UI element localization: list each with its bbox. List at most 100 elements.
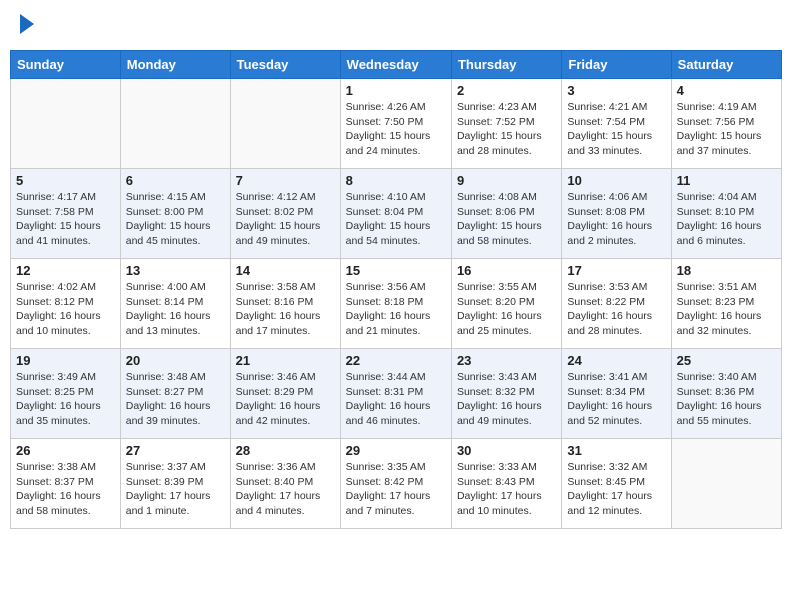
day-info: Sunrise: 3:41 AMSunset: 8:34 PMDaylight:… [567,370,665,429]
calendar-cell: 2 Sunrise: 4:23 AMSunset: 7:52 PMDaylight… [451,79,561,169]
day-number: 10 [567,173,665,188]
calendar-cell: 8 Sunrise: 4:10 AMSunset: 8:04 PMDaylight… [340,169,451,259]
day-number: 29 [346,443,446,458]
calendar-cell: 30 Sunrise: 3:33 AMSunset: 8:43 PMDayligh… [451,439,561,529]
calendar-cell: 23Sunrise: 3:43 AMSunset: 8:32 PMDayligh… [451,349,561,439]
calendar-cell: 28 Sunrise: 3:36 AMSunset: 8:40 PMDayligh… [230,439,340,529]
calendar-cell: 16 Sunrise: 3:55 AMSunset: 8:20 PMDayligh… [451,259,561,349]
day-number: 22 [346,353,446,368]
day-number: 6 [126,173,225,188]
day-number: 15 [346,263,446,278]
column-header-friday: Friday [562,51,671,79]
calendar-cell: 18 Sunrise: 3:51 AMSunset: 8:23 PMDayligh… [671,259,781,349]
calendar-cell: 4 Sunrise: 4:19 AMSunset: 7:56 PMDaylight… [671,79,781,169]
day-number: 4 [677,83,776,98]
calendar-cell: 22 Sunrise: 3:44 AMSunset: 8:31 PMDayligh… [340,349,451,439]
calendar-cell: 15 Sunrise: 3:56 AMSunset: 8:18 PMDayligh… [340,259,451,349]
day-number: 14 [236,263,335,278]
calendar-cell [11,79,121,169]
column-header-sunday: Sunday [11,51,121,79]
day-info: Sunrise: 3:56 AMSunset: 8:18 PMDaylight:… [346,280,446,339]
day-info: Sunrise: 4:04 AMSunset: 8:10 PMDaylight:… [677,190,776,249]
logo [18,14,34,38]
day-info: Sunrise: 4:06 AMSunset: 8:08 PMDaylight:… [567,190,665,249]
day-info: Sunrise: 3:53 AMSunset: 8:22 PMDaylight:… [567,280,665,339]
day-number: 20 [126,353,225,368]
day-info: Sunrise: 4:21 AMSunset: 7:54 PMDaylight:… [567,100,665,159]
calendar-cell: 10 Sunrise: 4:06 AMSunset: 8:08 PMDayligh… [562,169,671,259]
day-number: 5 [16,173,115,188]
day-info: Sunrise: 4:12 AMSunset: 8:02 PMDaylight:… [236,190,335,249]
column-header-thursday: Thursday [451,51,561,79]
day-number: 28 [236,443,335,458]
calendar-week-row: 12Sunrise: 4:02 AMSunset: 8:12 PMDayligh… [11,259,782,349]
day-number: 9 [457,173,556,188]
day-number: 18 [677,263,776,278]
calendar-cell: 11Sunrise: 4:04 AMSunset: 8:10 PMDayligh… [671,169,781,259]
day-number: 21 [236,353,335,368]
column-header-tuesday: Tuesday [230,51,340,79]
day-info: Sunrise: 3:44 AMSunset: 8:31 PMDaylight:… [346,370,446,429]
day-info: Sunrise: 3:48 AMSunset: 8:27 PMDaylight:… [126,370,225,429]
day-number: 3 [567,83,665,98]
calendar-week-row: 19 Sunrise: 3:49 AMSunset: 8:25 PMDayligh… [11,349,782,439]
day-info: Sunrise: 3:49 AMSunset: 8:25 PMDaylight:… [16,370,115,429]
calendar-cell: 5 Sunrise: 4:17 AMSunset: 7:58 PMDaylight… [11,169,121,259]
calendar-cell [120,79,230,169]
day-info: Sunrise: 3:36 AMSunset: 8:40 PMDaylight:… [236,460,335,519]
day-info: Sunrise: 3:33 AMSunset: 8:43 PMDaylight:… [457,460,556,519]
day-info: Sunrise: 3:46 AMSunset: 8:29 PMDaylight:… [236,370,335,429]
calendar-cell: 7 Sunrise: 4:12 AMSunset: 8:02 PMDaylight… [230,169,340,259]
day-number: 30 [457,443,556,458]
calendar-cell: 17 Sunrise: 3:53 AMSunset: 8:22 PMDayligh… [562,259,671,349]
day-number: 2 [457,83,556,98]
calendar-cell: 9 Sunrise: 4:08 AMSunset: 8:06 PMDaylight… [451,169,561,259]
day-info: Sunrise: 3:35 AMSunset: 8:42 PMDaylight:… [346,460,446,519]
calendar-cell: 26 Sunrise: 3:38 AMSunset: 8:37 PMDayligh… [11,439,121,529]
day-number: 1 [346,83,446,98]
day-info: Sunrise: 4:19 AMSunset: 7:56 PMDaylight:… [677,100,776,159]
day-number: 25 [677,353,776,368]
calendar-cell: 24 Sunrise: 3:41 AMSunset: 8:34 PMDayligh… [562,349,671,439]
day-number: 17 [567,263,665,278]
day-info: Sunrise: 3:32 AMSunset: 8:45 PMDaylight:… [567,460,665,519]
day-info: Sunrise: 3:55 AMSunset: 8:20 PMDaylight:… [457,280,556,339]
day-number: 7 [236,173,335,188]
day-number: 13 [126,263,225,278]
day-info: Sunrise: 4:15 AMSunset: 8:00 PMDaylight:… [126,190,225,249]
calendar-cell: 21 Sunrise: 3:46 AMSunset: 8:29 PMDayligh… [230,349,340,439]
page-header [10,10,782,42]
day-info: Sunrise: 4:23 AMSunset: 7:52 PMDaylight:… [457,100,556,159]
day-number: 31 [567,443,665,458]
day-info: Sunrise: 4:26 AMSunset: 7:50 PMDaylight:… [346,100,446,159]
day-info: Sunrise: 3:37 AMSunset: 8:39 PMDaylight:… [126,460,225,519]
column-header-monday: Monday [120,51,230,79]
calendar-cell: 6 Sunrise: 4:15 AMSunset: 8:00 PMDaylight… [120,169,230,259]
calendar-header-row: SundayMondayTuesdayWednesdayThursdayFrid… [11,51,782,79]
calendar-week-row: 5 Sunrise: 4:17 AMSunset: 7:58 PMDaylight… [11,169,782,259]
calendar-week-row: 1 Sunrise: 4:26 AMSunset: 7:50 PMDaylight… [11,79,782,169]
calendar-cell: 29 Sunrise: 3:35 AMSunset: 8:42 PMDayligh… [340,439,451,529]
day-number: 26 [16,443,115,458]
day-info: Sunrise: 4:02 AMSunset: 8:12 PMDaylight:… [16,280,115,339]
calendar-cell: 20 Sunrise: 3:48 AMSunset: 8:27 PMDayligh… [120,349,230,439]
calendar-cell: 27Sunrise: 3:37 AMSunset: 8:39 PMDayligh… [120,439,230,529]
day-info: Sunrise: 3:51 AMSunset: 8:23 PMDaylight:… [677,280,776,339]
calendar-cell: 1 Sunrise: 4:26 AMSunset: 7:50 PMDaylight… [340,79,451,169]
calendar-cell: 31 Sunrise: 3:32 AMSunset: 8:45 PMDayligh… [562,439,671,529]
day-info: Sunrise: 4:17 AMSunset: 7:58 PMDaylight:… [16,190,115,249]
day-info: Sunrise: 3:38 AMSunset: 8:37 PMDaylight:… [16,460,115,519]
day-number: 16 [457,263,556,278]
day-info: Sunrise: 4:00 AMSunset: 8:14 PMDaylight:… [126,280,225,339]
day-info: Sunrise: 4:08 AMSunset: 8:06 PMDaylight:… [457,190,556,249]
calendar-table: SundayMondayTuesdayWednesdayThursdayFrid… [10,50,782,529]
day-info: Sunrise: 4:10 AMSunset: 8:04 PMDaylight:… [346,190,446,249]
calendar-cell [671,439,781,529]
calendar-cell: 19 Sunrise: 3:49 AMSunset: 8:25 PMDayligh… [11,349,121,439]
day-number: 19 [16,353,115,368]
day-number: 24 [567,353,665,368]
day-info: Sunrise: 3:58 AMSunset: 8:16 PMDaylight:… [236,280,335,339]
day-number: 8 [346,173,446,188]
calendar-cell [230,79,340,169]
calendar-cell: 3 Sunrise: 4:21 AMSunset: 7:54 PMDaylight… [562,79,671,169]
